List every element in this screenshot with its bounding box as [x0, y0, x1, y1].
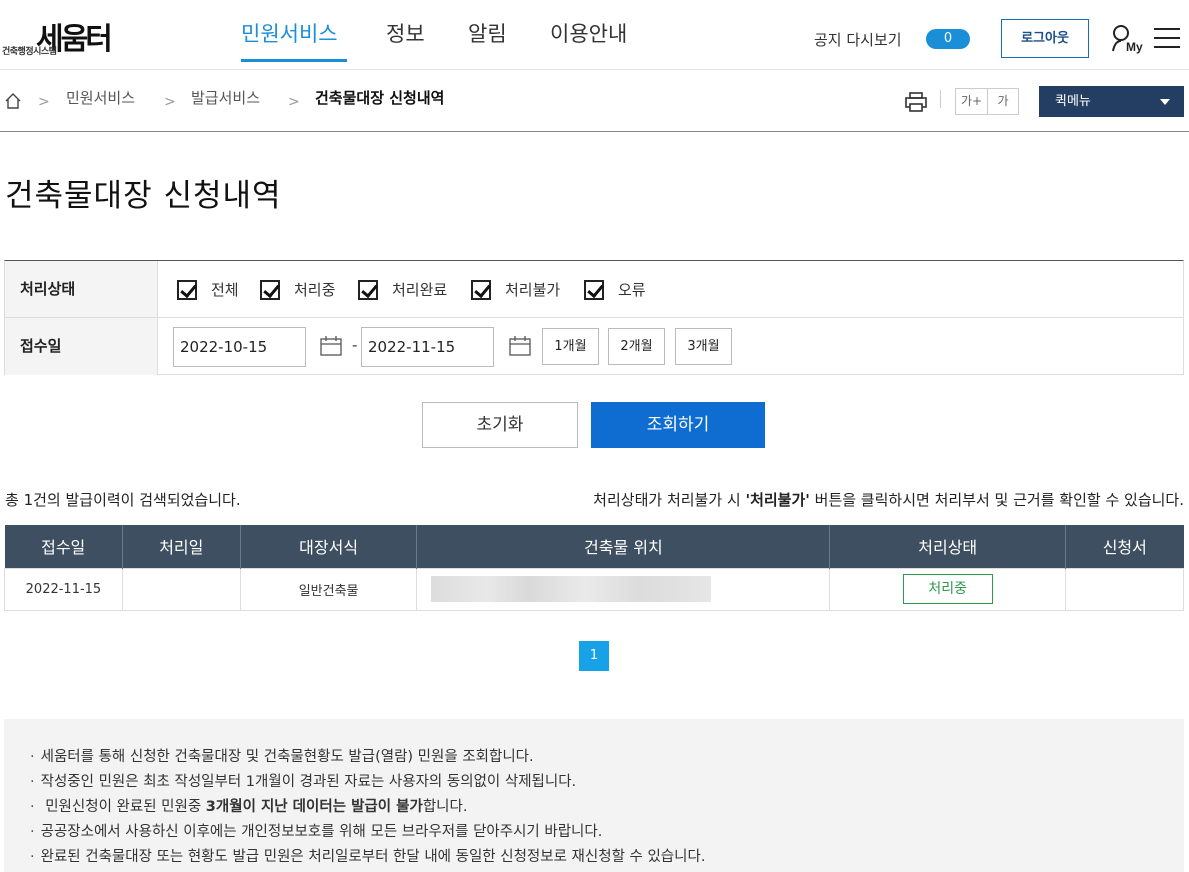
hamburger-menu-icon[interactable]: [1154, 28, 1180, 48]
status-checkbox-rejected[interactable]: 처리불가: [471, 279, 560, 300]
quick-menu-label: 퀵메뉴: [1055, 94, 1091, 109]
table-row: 2022-11-15 일반건축물 처리중: [4, 567, 1184, 611]
breadcrumb-current: 건축물대장 신청내역: [315, 89, 445, 107]
notice-replay-link[interactable]: 공지 다시보기: [814, 29, 902, 50]
cell-received-date: 2022-11-15: [4, 567, 123, 611]
status-filter-label: 처리상태: [5, 261, 158, 317]
column-header-form: 대장서식: [240, 525, 418, 568]
quick-menu-select[interactable]: 퀵메뉴: [1039, 86, 1184, 117]
status-checkbox-all[interactable]: 전체: [177, 279, 239, 300]
cell-location: [416, 567, 831, 611]
date-filter-row: 접수일 2022-10-15 - 2022-11-15 1개월 2개월 3개월: [5, 318, 1183, 375]
status-checkbox-completed[interactable]: 처리완료: [358, 279, 447, 300]
period-2-month-button[interactable]: 2개월: [608, 328, 665, 365]
notice-count-badge[interactable]: 0: [926, 29, 970, 49]
chevron-right-icon: >: [288, 94, 300, 110]
cell-processed-date: [121, 567, 241, 611]
guidance-notes: 세움터를 통해 신청한 건축물대장 및 건축물현황도 발급(열람) 민원을 조회…: [4, 719, 1184, 872]
search-button[interactable]: 조회하기: [591, 402, 765, 448]
result-help-text: 처리상태가 처리불가 시 '처리불가' 버튼을 클릭하시면 처리부서 및 근거를…: [593, 491, 1184, 509]
date-filter-label: 접수일: [5, 318, 158, 375]
logout-button[interactable]: 로그아웃: [1001, 19, 1089, 58]
calendar-icon[interactable]: [509, 336, 531, 360]
page-title: 건축물대장 신청내역: [5, 178, 282, 214]
print-icon[interactable]: [904, 91, 928, 117]
status-filter-row: 처리상태 전체 처리중 처리완료 처리불가 오류: [5, 261, 1183, 318]
cell-application: [1065, 567, 1184, 611]
svg-text:My: My: [1126, 40, 1143, 54]
history-table: 접수일 처리일 대장서식 건축물 위치 처리상태 신청서 2022-11-15 …: [4, 525, 1184, 611]
site-logo[interactable]: 세움터 건축행정시스템: [2, 14, 142, 58]
checkbox-checked-icon[interactable]: [584, 279, 604, 300]
home-icon[interactable]: [4, 92, 22, 114]
status-checkbox-error[interactable]: 오류: [584, 279, 646, 300]
chevron-right-icon: >: [38, 94, 50, 110]
gnb-menu-info[interactable]: 정보: [386, 18, 425, 48]
table-header-row: 접수일 처리일 대장서식 건축물 위치 처리상태 신청서: [4, 525, 1184, 568]
period-3-month-button[interactable]: 3개월: [675, 328, 732, 365]
breadcrumb-issue-service[interactable]: 발급서비스: [191, 87, 260, 108]
reset-button[interactable]: 초기화: [422, 402, 578, 448]
column-header-received-date: 접수일: [4, 525, 123, 568]
note-item: 작성중인 민원은 최초 작성일부터 1개월이 경과된 자료는 사용자의 동의없이…: [30, 770, 1184, 795]
period-1-month-button[interactable]: 1개월: [542, 328, 599, 365]
date-to-input[interactable]: 2022-11-15: [361, 327, 494, 367]
breadcrumb: > 민원서비스 > 발급서비스 > 건축물대장 신청내역 가+ 가 퀵메뉴: [0, 80, 1189, 132]
date-from-input[interactable]: 2022-10-15: [173, 327, 306, 367]
logo-subtitle: 건축행정시스템: [2, 47, 57, 57]
status-processing-button[interactable]: 처리중: [902, 574, 993, 604]
search-filter-box: 처리상태 전체 처리중 처리완료 처리불가 오류 접수일 2022-10-15 …: [4, 260, 1184, 375]
status-checkbox-processing[interactable]: 처리중: [260, 279, 335, 300]
column-header-location: 건축물 위치: [416, 525, 831, 568]
my-page-icon[interactable]: My: [1111, 24, 1145, 54]
note-item: 민원신청이 완료된 민원중 3개월이 지난 데이터는 발급이 불가합니다.: [30, 795, 1184, 820]
gnb-menu-civil-service[interactable]: 민원서비스: [241, 18, 338, 48]
checkbox-checked-icon[interactable]: [471, 279, 491, 300]
active-menu-underline: [241, 59, 347, 62]
font-increase-button[interactable]: 가+: [956, 89, 987, 114]
top-header: 세움터 건축행정시스템 민원서비스 정보 알림 이용안내 공지 다시보기 0 로…: [0, 0, 1189, 70]
column-header-processed-date: 처리일: [122, 525, 241, 568]
font-size-controls: 가+ 가: [955, 88, 1019, 115]
checkbox-checked-icon[interactable]: [260, 279, 280, 300]
result-count-text: 총 1건의 발급이력이 검색되었습니다.: [5, 491, 241, 509]
calendar-icon[interactable]: [320, 336, 342, 360]
column-header-application: 신청서: [1065, 525, 1184, 568]
chevron-right-icon: >: [164, 94, 176, 110]
checkbox-checked-icon[interactable]: [177, 279, 197, 300]
date-range-separator: -: [352, 336, 358, 354]
blurred-address: [431, 576, 712, 602]
column-header-status: 처리상태: [829, 525, 1067, 568]
breadcrumb-civil-service[interactable]: 민원서비스: [66, 87, 135, 108]
note-item: 세움터를 통해 신청한 건축물대장 및 건축물현황도 발급(열람) 민원을 조회…: [30, 745, 1184, 770]
gnb-menu-notice[interactable]: 알림: [468, 18, 507, 48]
checkbox-checked-icon[interactable]: [358, 279, 378, 300]
pagination-page-1[interactable]: 1: [579, 641, 609, 671]
caret-down-icon: [1160, 99, 1170, 105]
font-decrease-button[interactable]: 가: [987, 89, 1018, 114]
note-item: 완료된 건축물대장 또는 현황도 발급 민원은 처리일로부터 한달 내에 동일한…: [30, 845, 1184, 870]
note-item: 공공장소에서 사용하신 이후에는 개인정보보호를 위해 모든 브라우저를 닫아주…: [30, 820, 1184, 845]
gnb-menu-guide[interactable]: 이용안내: [550, 18, 627, 48]
divider: [940, 90, 941, 108]
cell-status: 처리중: [829, 567, 1067, 611]
cell-form: 일반건축물: [239, 567, 418, 611]
